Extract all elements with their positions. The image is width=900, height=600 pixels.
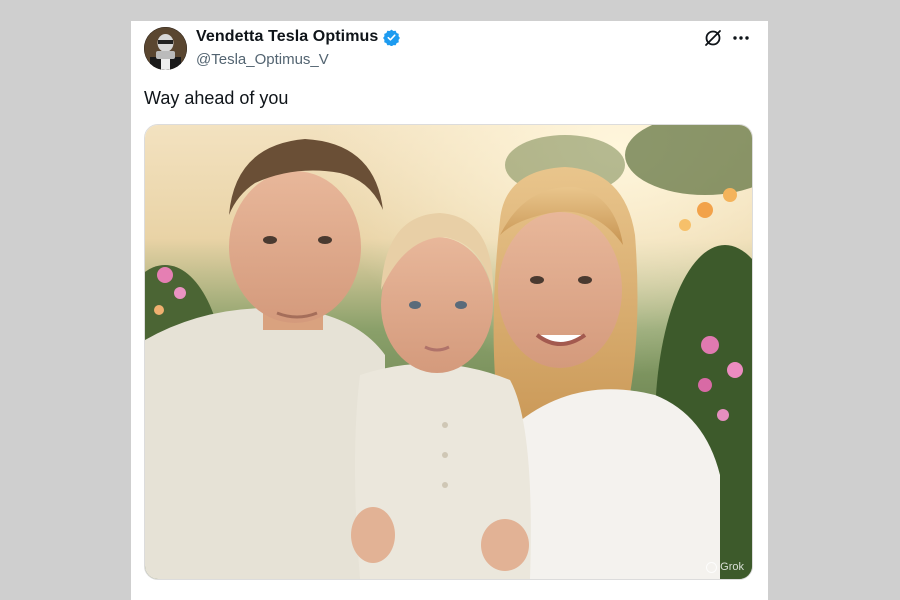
grok-watermark: Grok: [706, 561, 744, 573]
family-photo-image: [145, 125, 752, 579]
watermark-label: Grok: [720, 561, 744, 573]
verified-badge-icon: [383, 29, 401, 46]
author-handle[interactable]: @Tesla_Optimus_V: [196, 51, 329, 68]
post-image[interactable]: Grok: [144, 124, 753, 580]
robot-avatar-icon: [144, 27, 187, 70]
grok-icon: [705, 30, 721, 46]
author-avatar[interactable]: [144, 27, 187, 70]
author-display-name[interactable]: Vendetta Tesla Optimus: [196, 28, 378, 46]
post-card[interactable]: Vendetta Tesla Optimus @Tesla_Optimus_V …: [131, 21, 768, 600]
more-options-button[interactable]: [731, 28, 751, 48]
grok-button[interactable]: [703, 28, 723, 48]
grok-watermark-icon: [706, 561, 718, 573]
more-icon: [733, 36, 749, 40]
post-text: Way ahead of you: [144, 88, 289, 108]
